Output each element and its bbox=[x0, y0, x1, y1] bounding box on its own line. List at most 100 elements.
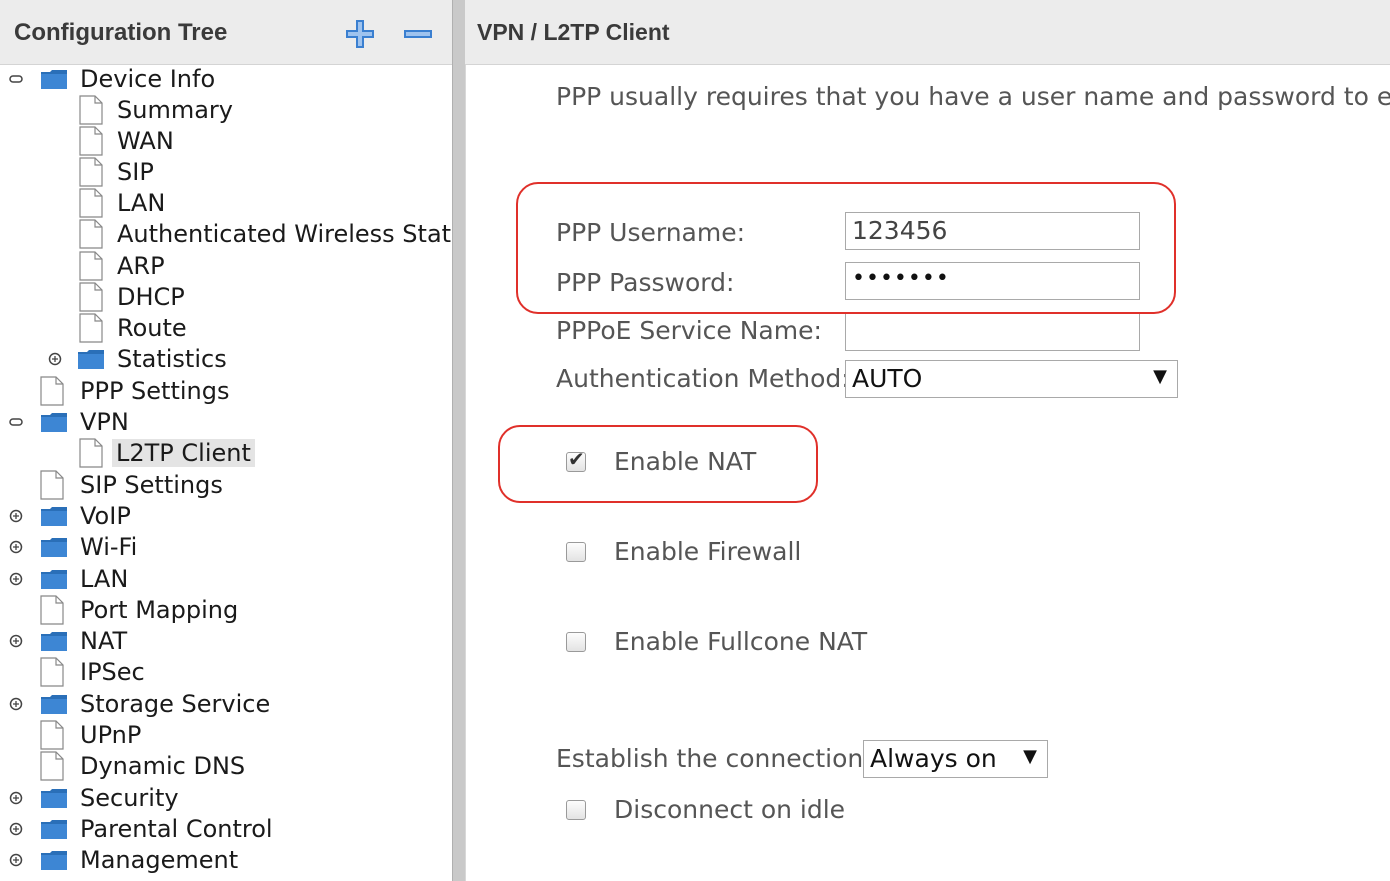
establish-connection-select[interactable]: Always on ▼ bbox=[863, 740, 1048, 778]
tree-item-label: Route bbox=[117, 314, 187, 342]
tree-item-label: WAN bbox=[117, 127, 174, 155]
tree-item-security[interactable]: Security bbox=[0, 783, 300, 813]
ppp-password-input[interactable]: ••••••• bbox=[845, 262, 1140, 300]
document-icon bbox=[79, 126, 103, 156]
disconnect-on-idle-label: Disconnect on idle bbox=[614, 795, 846, 824]
tree-item-label: Port Mapping bbox=[80, 596, 239, 624]
collapse-toggle-icon[interactable] bbox=[9, 415, 23, 429]
tree-item-arp[interactable]: ARP bbox=[0, 251, 300, 281]
disconnect-on-idle-checkbox[interactable] bbox=[566, 800, 586, 820]
tree-item-label: Storage Service bbox=[80, 690, 271, 718]
tree-item-storage-service[interactable]: Storage Service bbox=[0, 689, 300, 719]
tree-item-label: Management bbox=[80, 846, 239, 874]
folder-icon bbox=[41, 413, 67, 432]
tree-item-management[interactable]: Management bbox=[0, 845, 300, 875]
tree-item-sip-settings[interactable]: SIP Settings bbox=[0, 470, 300, 500]
folder-icon bbox=[41, 570, 67, 589]
folder-icon bbox=[41, 851, 67, 870]
tree-item-parental-control[interactable]: Parental Control bbox=[0, 814, 300, 844]
tree-item-vpn[interactable]: VPN bbox=[0, 407, 300, 437]
enable-nat-label: Enable NAT bbox=[614, 447, 757, 476]
expand-toggle-icon[interactable] bbox=[9, 572, 23, 586]
dropdown-arrow-icon: ▼ bbox=[1153, 366, 1167, 387]
establish-connection-value: Always on bbox=[870, 744, 997, 773]
document-icon bbox=[79, 95, 103, 125]
tree-item-label: Security bbox=[80, 784, 179, 812]
tree-item-summary[interactable]: Summary bbox=[0, 95, 300, 125]
ppp-password-label: PPP Password: bbox=[556, 268, 735, 297]
tree-item-label: IPSec bbox=[80, 658, 145, 686]
document-icon bbox=[40, 720, 64, 750]
checkmark-icon: ✔ bbox=[568, 447, 585, 471]
authentication-method-label: Authentication Method: bbox=[556, 364, 850, 393]
document-icon bbox=[40, 470, 64, 500]
tree-item-lan-folder[interactable]: LAN bbox=[0, 564, 300, 594]
tree-item-l2tp-client[interactable]: L2TP Client bbox=[0, 438, 300, 468]
tree-item-wan[interactable]: WAN bbox=[0, 126, 300, 156]
ppp-username-input[interactable]: 123456 bbox=[845, 212, 1140, 250]
expand-toggle-icon[interactable] bbox=[9, 540, 23, 554]
tree-item-authenticated-wireless-station[interactable]: Authenticated Wireless Statior bbox=[0, 219, 452, 249]
expand-toggle-icon[interactable] bbox=[9, 853, 23, 867]
enable-firewall-label: Enable Firewall bbox=[614, 537, 802, 566]
expand-toggle-icon[interactable] bbox=[9, 697, 23, 711]
tree-title: Configuration Tree bbox=[14, 19, 228, 46]
ppp-username-label: PPP Username: bbox=[556, 218, 746, 247]
enable-firewall-checkbox[interactable] bbox=[566, 542, 586, 562]
tree-item-nat[interactable]: NAT bbox=[0, 626, 300, 656]
tree-item-route[interactable]: Route bbox=[0, 313, 300, 343]
expand-toggle-icon[interactable] bbox=[9, 822, 23, 836]
enable-fullcone-nat-label: Enable Fullcone NAT bbox=[614, 627, 868, 656]
tree-item-label: LAN bbox=[117, 189, 166, 217]
pppoe-service-name-input[interactable] bbox=[845, 313, 1140, 351]
panel-splitter[interactable] bbox=[452, 0, 466, 881]
folder-icon bbox=[41, 632, 67, 651]
tree-item-label: Wi-Fi bbox=[80, 533, 138, 561]
tree-item-ppp-settings[interactable]: PPP Settings bbox=[0, 376, 300, 406]
enable-fullcone-nat-checkbox[interactable] bbox=[566, 632, 586, 652]
document-icon bbox=[40, 751, 64, 781]
tree-item-label: VPN bbox=[80, 408, 129, 436]
document-icon bbox=[79, 219, 103, 249]
tree-item-dhcp[interactable]: DHCP bbox=[0, 282, 300, 312]
tree-item-upnp[interactable]: UPnP bbox=[0, 720, 300, 750]
document-icon bbox=[40, 376, 64, 406]
document-icon bbox=[40, 657, 64, 687]
tree-item-sip[interactable]: SIP bbox=[0, 157, 300, 187]
expand-all-plus-icon[interactable] bbox=[343, 17, 377, 51]
tree-item-port-mapping[interactable]: Port Mapping bbox=[0, 595, 300, 625]
tree-item-wi-fi[interactable]: Wi-Fi bbox=[0, 532, 300, 562]
configuration-tree-panel: Configuration Tree Device Info Summary W… bbox=[0, 0, 452, 881]
folder-icon bbox=[41, 507, 67, 526]
collapse-all-minus-icon[interactable] bbox=[401, 17, 435, 51]
expand-toggle-icon[interactable] bbox=[9, 509, 23, 523]
establish-connection-label: Establish the connection: bbox=[556, 744, 872, 773]
expand-toggle-icon[interactable] bbox=[9, 791, 23, 805]
document-icon bbox=[79, 251, 103, 281]
document-icon bbox=[79, 313, 103, 343]
dropdown-arrow-icon: ▼ bbox=[1023, 746, 1037, 767]
collapse-toggle-icon[interactable] bbox=[9, 72, 23, 86]
tree-item-label: Device Info bbox=[80, 65, 216, 93]
tree-item-label: Dynamic DNS bbox=[80, 752, 246, 780]
authentication-method-select[interactable]: AUTO ▼ bbox=[845, 360, 1178, 398]
tree-item-label: DHCP bbox=[117, 283, 185, 311]
tree-item-dynamic-dns[interactable]: Dynamic DNS bbox=[0, 751, 300, 781]
enable-nat-checkbox[interactable]: ✔ bbox=[566, 447, 586, 472]
tree-item-label-selected: L2TP Client bbox=[112, 439, 255, 467]
tree-item-label: Parental Control bbox=[80, 815, 273, 843]
tree-item-device-info[interactable]: Device Info bbox=[0, 64, 300, 94]
tree-item-voip[interactable]: VoIP bbox=[0, 501, 300, 531]
tree-item-ipsec[interactable]: IPSec bbox=[0, 657, 300, 687]
expand-toggle-icon[interactable] bbox=[9, 634, 23, 648]
tree-item-label: SIP Settings bbox=[80, 471, 223, 499]
folder-icon bbox=[78, 350, 104, 369]
tree-item-statistics[interactable]: Statistics bbox=[0, 344, 300, 374]
tree-item-label: VoIP bbox=[80, 502, 131, 530]
tree-item-lan[interactable]: LAN bbox=[0, 188, 300, 218]
expand-toggle-icon[interactable] bbox=[48, 352, 62, 366]
tree-item-label: LAN bbox=[80, 565, 129, 593]
tree-item-label: Statistics bbox=[117, 345, 227, 373]
tree-item-label: SIP bbox=[117, 158, 154, 186]
folder-icon bbox=[41, 820, 67, 839]
